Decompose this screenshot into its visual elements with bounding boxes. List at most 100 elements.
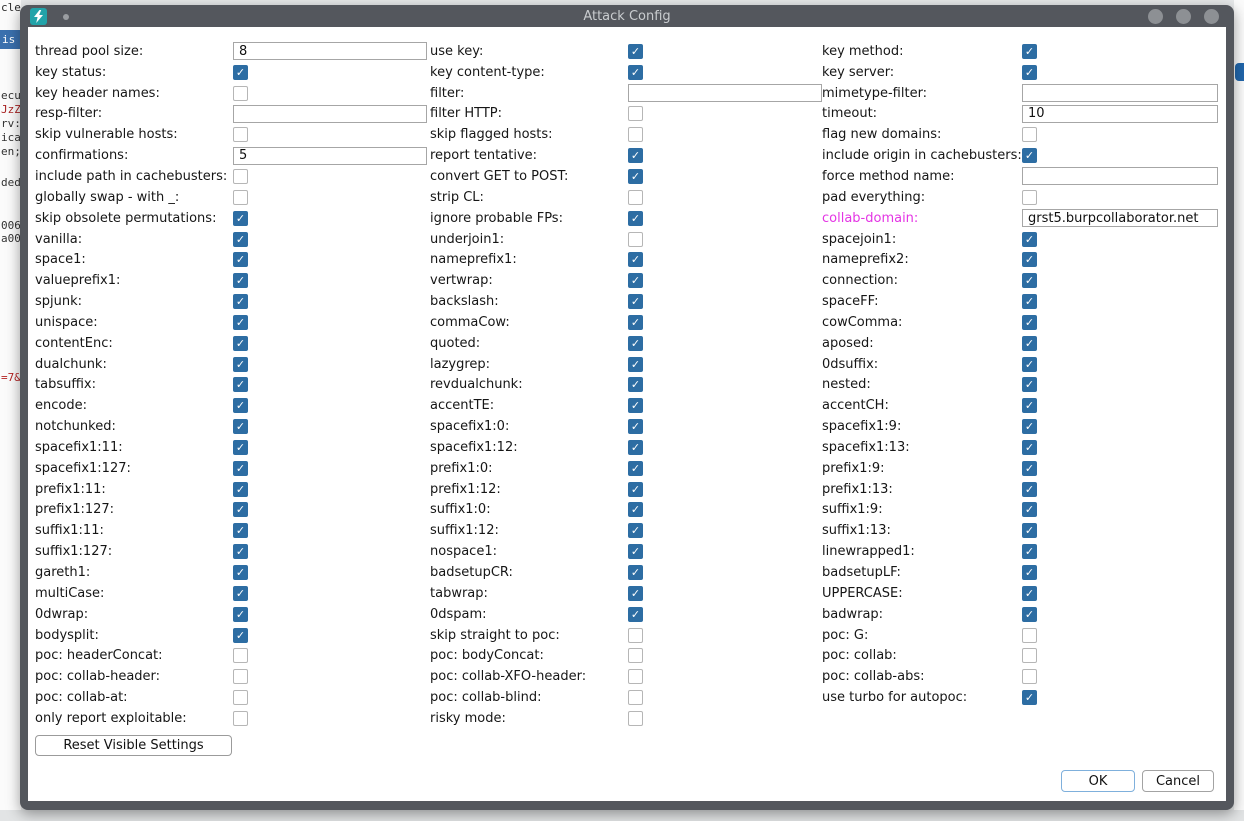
checkbox-checked[interactable]: ✓	[233, 273, 248, 288]
checkbox-checked[interactable]: ✓	[233, 357, 248, 372]
checkbox-checked[interactable]: ✓	[1022, 565, 1037, 580]
ok-button[interactable]: OK	[1061, 770, 1135, 792]
text-field[interactable]	[1022, 209, 1218, 227]
checkbox-checked[interactable]: ✓	[233, 232, 248, 247]
checkbox-unchecked[interactable]	[628, 690, 643, 705]
checkbox-checked[interactable]: ✓	[1022, 315, 1037, 330]
checkbox-checked[interactable]: ✓	[628, 586, 643, 601]
checkbox-checked[interactable]: ✓	[628, 357, 643, 372]
checkbox-checked[interactable]: ✓	[233, 523, 248, 538]
checkbox-checked[interactable]: ✓	[1022, 148, 1037, 163]
checkbox-unchecked[interactable]	[628, 711, 643, 726]
checkbox-unchecked[interactable]	[628, 648, 643, 663]
checkbox-checked[interactable]: ✓	[233, 336, 248, 351]
checkbox-checked[interactable]: ✓	[1022, 482, 1037, 497]
checkbox-checked[interactable]: ✓	[1022, 65, 1037, 80]
checkbox-checked[interactable]: ✓	[1022, 232, 1037, 247]
checkbox-checked[interactable]: ✓	[1022, 273, 1037, 288]
checkbox-checked[interactable]: ✓	[628, 273, 643, 288]
checkbox-checked[interactable]: ✓	[628, 336, 643, 351]
checkbox-checked[interactable]: ✓	[233, 628, 248, 643]
checkbox-unchecked[interactable]	[233, 711, 248, 726]
checkbox-checked[interactable]: ✓	[1022, 398, 1037, 413]
checkbox-unchecked[interactable]	[628, 190, 643, 205]
checkbox-checked[interactable]: ✓	[628, 419, 643, 434]
checkbox-unchecked[interactable]	[233, 648, 248, 663]
checkbox-checked[interactable]: ✓	[1022, 377, 1037, 392]
checkbox-checked[interactable]: ✓	[233, 252, 248, 267]
checkbox-checked[interactable]: ✓	[628, 169, 643, 184]
checkbox-checked[interactable]: ✓	[233, 211, 248, 226]
checkbox-checked[interactable]: ✓	[628, 377, 643, 392]
checkbox-unchecked[interactable]	[1022, 127, 1037, 142]
checkbox-unchecked[interactable]	[1022, 628, 1037, 643]
checkbox-checked[interactable]: ✓	[628, 294, 643, 309]
checkbox-checked[interactable]: ✓	[233, 544, 248, 559]
checkbox-unchecked[interactable]	[628, 127, 643, 142]
checkbox-unchecked[interactable]	[233, 169, 248, 184]
checkbox-unchecked[interactable]	[628, 232, 643, 247]
text-field[interactable]	[233, 42, 427, 60]
checkbox-checked[interactable]: ✓	[1022, 523, 1037, 538]
checkbox-checked[interactable]: ✓	[628, 211, 643, 226]
checkbox-unchecked[interactable]	[233, 127, 248, 142]
checkbox-checked[interactable]: ✓	[628, 544, 643, 559]
checkbox-checked[interactable]: ✓	[233, 398, 248, 413]
checkbox-checked[interactable]: ✓	[233, 565, 248, 580]
text-field[interactable]	[1022, 167, 1218, 185]
checkbox-unchecked[interactable]	[1022, 648, 1037, 663]
text-field[interactable]	[1022, 105, 1218, 123]
checkbox-checked[interactable]: ✓	[233, 482, 248, 497]
checkbox-checked[interactable]: ✓	[1022, 336, 1037, 351]
checkbox-checked[interactable]: ✓	[628, 440, 643, 455]
checkbox-checked[interactable]: ✓	[628, 252, 643, 267]
checkbox-checked[interactable]: ✓	[233, 419, 248, 434]
checkbox-checked[interactable]: ✓	[233, 607, 248, 622]
checkbox-unchecked[interactable]	[233, 669, 248, 684]
checkbox-unchecked[interactable]	[1022, 190, 1037, 205]
reset-visible-settings-button[interactable]: Reset Visible Settings	[35, 735, 232, 756]
window-control-circle[interactable]	[1204, 9, 1219, 24]
checkbox-checked[interactable]: ✓	[1022, 607, 1037, 622]
checkbox-unchecked[interactable]	[1022, 669, 1037, 684]
checkbox-checked[interactable]: ✓	[628, 148, 643, 163]
checkbox-checked[interactable]: ✓	[233, 315, 248, 330]
checkbox-checked[interactable]: ✓	[1022, 586, 1037, 601]
checkbox-checked[interactable]: ✓	[628, 565, 643, 580]
window-control-circle[interactable]	[1176, 9, 1191, 24]
checkbox-checked[interactable]: ✓	[628, 44, 643, 59]
checkbox-checked[interactable]: ✓	[1022, 419, 1037, 434]
checkbox-checked[interactable]: ✓	[628, 398, 643, 413]
text-field[interactable]	[233, 147, 427, 165]
checkbox-checked[interactable]: ✓	[628, 502, 643, 517]
dialog-titlebar[interactable]: Attack Config	[20, 5, 1234, 27]
checkbox-checked[interactable]: ✓	[1022, 690, 1037, 705]
checkbox-checked[interactable]: ✓	[233, 377, 248, 392]
checkbox-unchecked[interactable]	[628, 628, 643, 643]
checkbox-checked[interactable]: ✓	[1022, 502, 1037, 517]
cancel-button[interactable]: Cancel	[1142, 770, 1214, 792]
checkbox-checked[interactable]: ✓	[1022, 440, 1037, 455]
checkbox-checked[interactable]: ✓	[233, 294, 248, 309]
text-field[interactable]	[628, 84, 822, 102]
checkbox-checked[interactable]: ✓	[628, 461, 643, 476]
checkbox-checked[interactable]: ✓	[233, 440, 248, 455]
checkbox-checked[interactable]: ✓	[233, 586, 248, 601]
checkbox-checked[interactable]: ✓	[1022, 357, 1037, 372]
checkbox-checked[interactable]: ✓	[1022, 294, 1037, 309]
checkbox-checked[interactable]: ✓	[628, 607, 643, 622]
checkbox-checked[interactable]: ✓	[1022, 252, 1037, 267]
text-field[interactable]	[233, 105, 427, 123]
checkbox-checked[interactable]: ✓	[628, 65, 643, 80]
checkbox-checked[interactable]: ✓	[628, 482, 643, 497]
checkbox-unchecked[interactable]	[628, 669, 643, 684]
checkbox-unchecked[interactable]	[233, 690, 248, 705]
checkbox-checked[interactable]: ✓	[628, 315, 643, 330]
checkbox-checked[interactable]: ✓	[628, 523, 643, 538]
checkbox-checked[interactable]: ✓	[233, 502, 248, 517]
text-field[interactable]	[1022, 84, 1218, 102]
checkbox-checked[interactable]: ✓	[233, 65, 248, 80]
window-control-circle[interactable]	[1148, 9, 1163, 24]
checkbox-checked[interactable]: ✓	[1022, 461, 1037, 476]
checkbox-checked[interactable]: ✓	[1022, 44, 1037, 59]
